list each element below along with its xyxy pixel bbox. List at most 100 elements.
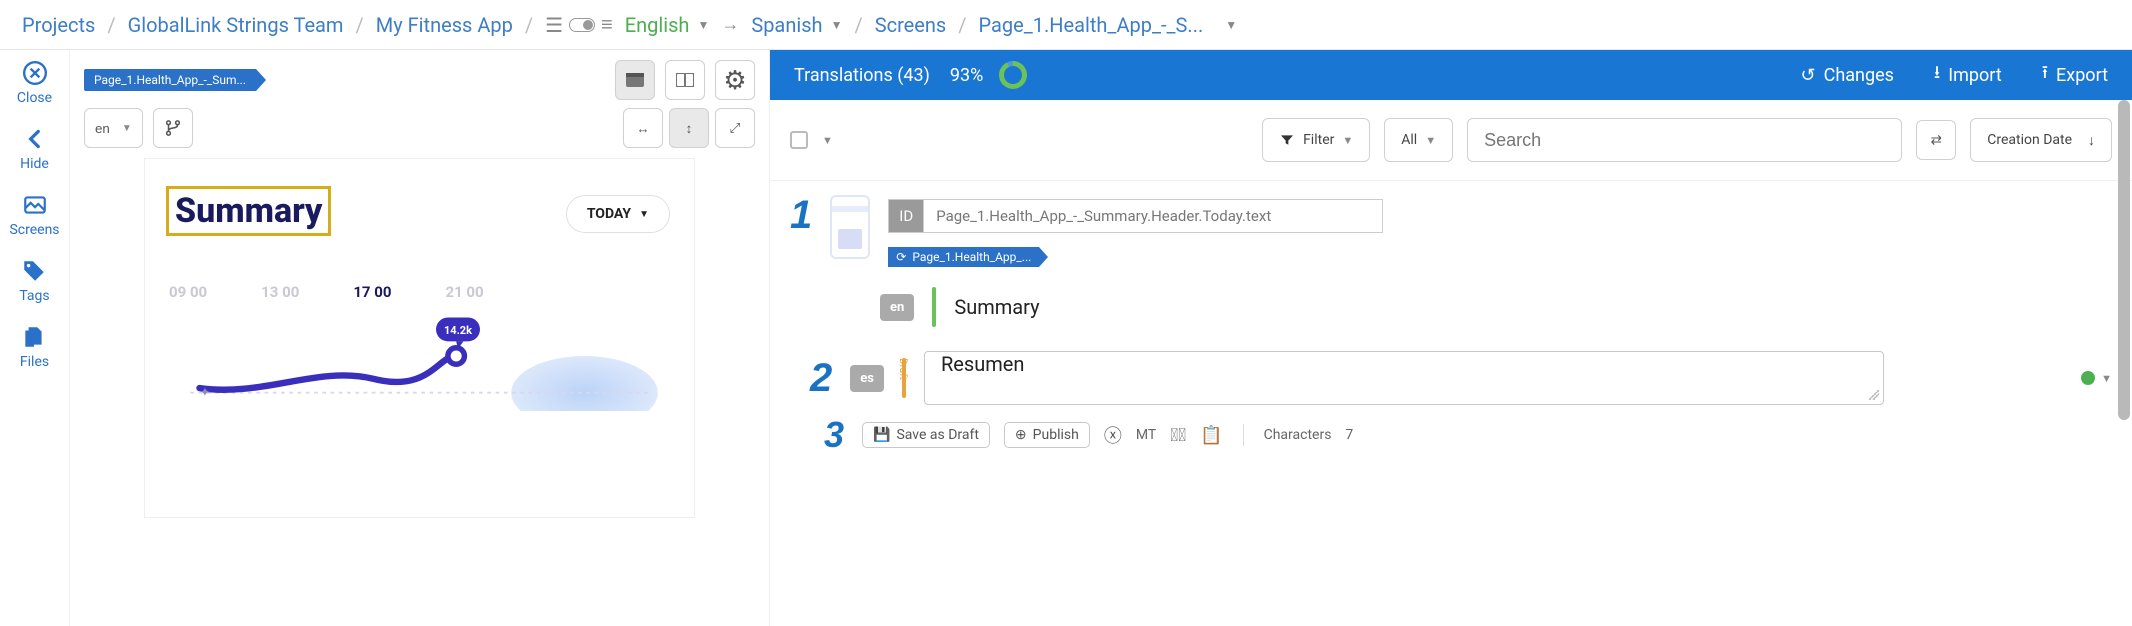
filter-label: Filter bbox=[1303, 132, 1334, 148]
status-bar-source bbox=[932, 287, 936, 327]
save-icon: 💾 bbox=[873, 427, 890, 443]
crumb-team[interactable]: GlobalLink Strings Team bbox=[128, 13, 344, 37]
rail-files[interactable]: Files bbox=[20, 324, 49, 370]
rail-hide-label: Hide bbox=[20, 156, 49, 172]
caret-down-icon[interactable]: ▼ bbox=[1225, 18, 1237, 32]
expand-icon: ⤢ bbox=[730, 120, 741, 136]
export-button[interactable]: ⭱ Export bbox=[2042, 60, 2108, 90]
target-row: 2 es Draft Resumen ▼ bbox=[810, 351, 2112, 405]
sort-button[interactable]: Creation Date ↓ bbox=[1970, 118, 2112, 162]
caret-down-icon[interactable]: ▼ bbox=[831, 18, 843, 32]
status-indicator[interactable]: ▼ bbox=[2081, 371, 2112, 385]
crumb-sep: / bbox=[958, 13, 966, 37]
import-button[interactable]: ⭳ Import bbox=[1934, 60, 2002, 90]
translation-value: Resumen bbox=[941, 352, 1024, 376]
time-tick-current: 17 00 bbox=[353, 283, 391, 301]
arrow-down-icon: ↓ bbox=[2088, 132, 2095, 149]
refresh-icon: ⟳ bbox=[896, 250, 906, 264]
caret-down-icon[interactable]: ▼ bbox=[822, 134, 833, 147]
fit-vertical-button[interactable]: ↕ bbox=[669, 108, 709, 148]
save-draft-label: Save as Draft bbox=[896, 427, 978, 443]
list-icon[interactable]: ≡ bbox=[601, 12, 613, 37]
import-label: Import bbox=[1948, 65, 2001, 86]
publish-label: Publish bbox=[1033, 427, 1079, 443]
crumb-target-lang[interactable]: Spanish bbox=[751, 13, 822, 37]
time-tick: 09 00 bbox=[169, 283, 207, 301]
panel-header: Translations (43) 93% ↺ Changes ⭳ Import… bbox=[770, 50, 2132, 100]
mt-button[interactable]: MT bbox=[1136, 427, 1156, 443]
rail-tags[interactable]: Tags bbox=[19, 258, 49, 304]
path-chip[interactable]: ⟳ Page_1.Health_App_... bbox=[888, 247, 1039, 267]
clipboard-icon[interactable]: 📋 bbox=[1200, 425, 1222, 446]
import-icon: ⭳ bbox=[1934, 60, 1940, 90]
chart-badge: 14.2k bbox=[444, 324, 472, 337]
fit-horizontal-button[interactable]: ↔ bbox=[623, 108, 663, 148]
caret-down-icon[interactable]: ▼ bbox=[697, 18, 709, 32]
equals-icon[interactable]: ☰ bbox=[545, 13, 563, 37]
eye-off-icon[interactable]: 👁̷ bbox=[1170, 425, 1186, 446]
publish-button[interactable]: ⊕ Publish bbox=[1004, 422, 1090, 448]
today-pill[interactable]: TODAY ▼ bbox=[566, 195, 670, 233]
status-bar-target: Draft bbox=[902, 358, 906, 398]
crumb-sep: / bbox=[355, 13, 363, 37]
progress-donut-icon bbox=[999, 61, 1027, 89]
source-lang-badge: en bbox=[880, 294, 914, 321]
crumb-sep: / bbox=[854, 13, 862, 37]
window-icon bbox=[626, 73, 644, 87]
target-lang-badge: es bbox=[850, 365, 884, 392]
settings-button[interactable]: ⚙ bbox=[715, 60, 755, 100]
crumb-projects[interactable]: Projects bbox=[22, 13, 95, 37]
rail-tags-label: Tags bbox=[19, 288, 49, 304]
screenshot-thumb[interactable] bbox=[830, 195, 870, 259]
branch-button[interactable] bbox=[153, 108, 193, 148]
all-label: All bbox=[1401, 132, 1417, 148]
toolbar-row: ▼ Filter ▼ All ▼ ⇄ Creation Date ↓ bbox=[770, 100, 2132, 181]
preview-lang-select[interactable]: en ▼ bbox=[84, 108, 143, 148]
separator bbox=[1243, 424, 1244, 446]
crumb-app[interactable]: My Fitness App bbox=[376, 13, 513, 37]
panel-percent: 93% bbox=[950, 65, 983, 86]
id-value[interactable]: Page_1.Health_App_-_Summary.Header.Today… bbox=[923, 199, 1383, 233]
caret-down-icon: ▼ bbox=[1342, 134, 1353, 147]
rail-files-label: Files bbox=[20, 354, 49, 370]
filter-button[interactable]: Filter ▼ bbox=[1262, 118, 1370, 162]
rail-close[interactable]: Close bbox=[17, 60, 52, 106]
history-icon: ↺ bbox=[1801, 65, 1816, 86]
layout-split-button[interactable] bbox=[665, 60, 705, 100]
rail-screens[interactable]: Screens bbox=[9, 192, 59, 238]
resize-grip-icon[interactable] bbox=[1869, 390, 1879, 400]
action-row: 3 💾 Save as Draft ⊕ Publish ⓧ MT 👁̷ 📋 Ch… bbox=[882, 417, 2112, 453]
chars-value: 7 bbox=[1345, 427, 1353, 443]
chevron-left-icon bbox=[22, 126, 48, 152]
toggle-icon[interactable] bbox=[569, 18, 595, 32]
search-input[interactable] bbox=[1467, 118, 1902, 162]
time-tick: 13 00 bbox=[261, 283, 299, 301]
clear-button[interactable]: ⓧ bbox=[1104, 422, 1122, 448]
select-all-checkbox[interactable] bbox=[790, 131, 808, 149]
translation-input[interactable]: Resumen bbox=[924, 351, 1884, 405]
save-draft-button[interactable]: 💾 Save as Draft bbox=[862, 422, 990, 448]
page-chip[interactable]: Page_1.Health_App_-_Sum... bbox=[84, 69, 256, 91]
swap-button[interactable]: ⇄ bbox=[1916, 120, 1956, 160]
caret-down-icon: ▼ bbox=[122, 123, 132, 134]
step-marker-1: 1 bbox=[790, 195, 812, 235]
layout-single-button[interactable] bbox=[615, 60, 655, 100]
changes-button[interactable]: ↺ Changes bbox=[1801, 65, 1894, 86]
id-label: ID bbox=[888, 199, 923, 233]
today-label: TODAY bbox=[587, 206, 631, 222]
rail-hide[interactable]: Hide bbox=[20, 126, 49, 172]
all-filter-button[interactable]: All ▼ bbox=[1384, 118, 1453, 162]
changes-label: Changes bbox=[1824, 65, 1894, 86]
crumb-source-lang[interactable]: English bbox=[625, 13, 690, 37]
device-preview: Summary TODAY ▼ 09 00 13 00 17 00 21 00 bbox=[144, 158, 695, 518]
preview-title[interactable]: Summary bbox=[169, 189, 328, 233]
side-rail: Close Hide Screens Tags Files bbox=[0, 50, 70, 626]
crumb-page[interactable]: Page_1.Health_App_-_S... bbox=[979, 13, 1204, 37]
status-dot-icon bbox=[2081, 371, 2095, 385]
branch-icon bbox=[164, 119, 182, 137]
columns-icon bbox=[676, 73, 694, 87]
arrows-v-icon: ↕ bbox=[686, 121, 693, 136]
crumb-screens[interactable]: Screens bbox=[875, 13, 947, 37]
fullscreen-button[interactable]: ⤢ bbox=[715, 108, 755, 148]
export-icon: ⭱ bbox=[2042, 60, 2048, 90]
